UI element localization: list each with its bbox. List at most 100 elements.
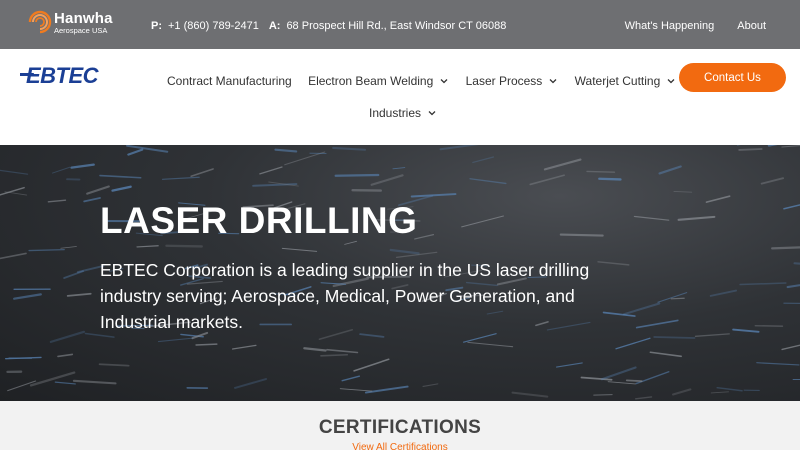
spark-streak [461,215,504,228]
spark-streak [414,233,435,240]
phone-label: P: [151,20,162,32]
spark-streak [234,378,267,389]
spark-streak [83,197,101,203]
nav-item-label: Contract Manufacturing [167,74,292,88]
hero-banner: LASER DRILLING EBTEC Corporation is a le… [0,145,800,401]
spark-streak [622,302,661,316]
spark-streak [332,146,366,151]
spark-streak [615,337,651,350]
spark-streak [195,343,218,346]
spark-streak [586,170,616,173]
phone-number[interactable]: +1 (860) 789-2471 [168,20,259,32]
spark-streak [66,292,92,297]
nav-contract-manufacturing[interactable]: Contract Manufacturing [167,74,292,88]
spark-streak [649,351,682,358]
view-all-certifications-link[interactable]: View All Certifications [0,442,800,450]
spark-streak [738,148,763,151]
ebtec-logo-icon[interactable]: EBTEC [20,64,136,86]
hanwha-logo[interactable]: Hanwha Aerospace USA [24,6,134,42]
chevron-down-icon [667,79,675,84]
spark-streak [161,176,200,180]
spark-streak [625,379,643,383]
main-nav: EBTEC Contract Manufacturing Electron Be… [0,49,800,145]
hero-title: LASER DRILLING [100,200,418,241]
spark-streak [190,168,214,178]
spark-streak [0,252,27,260]
contact-info: P: +1 (860) 789-2471 A: 68 Prospect Hill Rd… [151,20,506,32]
spark-streak [598,177,622,181]
spark-streak [54,381,76,385]
spark-streak [99,174,142,179]
nav-item-label: Industries [369,106,422,120]
hero-description: EBTEC Corporation is a leading supplier … [100,260,590,332]
nav-laser-process[interactable]: Laser Process [466,74,559,88]
spark-streak [709,289,738,297]
nav-waterjet-cutting[interactable]: Waterjet Cutting [575,74,677,88]
spark-streak [710,391,729,394]
spark-streak [657,292,688,303]
spark-streak [47,199,67,203]
top-links: What's Happening About [605,20,766,32]
spark-streak [677,215,716,221]
spark-streak [439,145,480,151]
spark-streak [60,246,77,249]
spark-streak [126,145,169,153]
spark-streak [231,344,257,350]
spark-streak [781,344,800,351]
spark-streak [597,261,630,266]
spark-streak [634,396,653,400]
spark-streak [320,354,349,357]
spark-streak [600,366,637,381]
spark-streak [274,148,298,153]
spark-streak [658,165,682,175]
certifications-title: CERTIFICATIONS [318,417,482,438]
spark-streak [467,341,514,348]
spark-streak [781,145,800,148]
spark-streak [326,348,359,354]
nav-industries[interactable]: Industries [369,106,437,120]
spark-streak [389,248,420,255]
spark-streak [13,293,42,300]
spark-streak [111,185,132,192]
spark-streak [786,284,800,289]
spark-streak [157,337,194,343]
nav-item-label: Laser Process [465,74,543,88]
spark-streak [98,363,130,367]
spark-streak [353,358,390,372]
spark-streak [334,173,380,177]
spark-streak [127,148,144,156]
spark-streak [783,204,800,210]
spark-streak [70,163,95,169]
spark-streak [0,169,29,175]
spark-streak [284,151,326,166]
spark-streak [370,174,404,186]
spark-streak [732,328,760,333]
spark-streak [339,388,373,392]
spark-streak [136,245,159,248]
nav-electron-beam-welding[interactable]: Electron Beam Welding [308,74,449,88]
spark-streak [165,244,203,248]
about-link[interactable]: About [737,20,766,32]
spark-streak [57,353,74,358]
chevron-down-icon [428,111,436,116]
address-label: A: [268,20,281,32]
nav-row-primary: Contract Manufacturing Electron Beam Wel… [167,74,689,88]
spark-streak [0,186,25,196]
spark-streak [392,167,406,170]
spark-streak [760,177,785,185]
spark-streak [469,178,507,185]
spark-streak [511,391,549,398]
spark-streak [259,166,283,175]
hanwha-brand-name: Hanwha [54,10,113,27]
spark-streak [739,282,787,286]
whats-happening-link[interactable]: What's Happening [625,20,715,32]
hanwha-brand-sub: Aerospace USA [54,26,108,35]
ebtec-logo-text: EBTEC [26,64,100,86]
spark-streak [543,158,582,171]
nav-row-secondary: Industries [369,106,450,120]
nav-item-label: Waterjet Cutting [574,74,661,88]
hanwha-logo-icon [28,10,52,34]
contact-us-button[interactable]: Contact Us [679,63,786,92]
spark-streak [303,347,327,352]
spark-streak [410,193,457,198]
